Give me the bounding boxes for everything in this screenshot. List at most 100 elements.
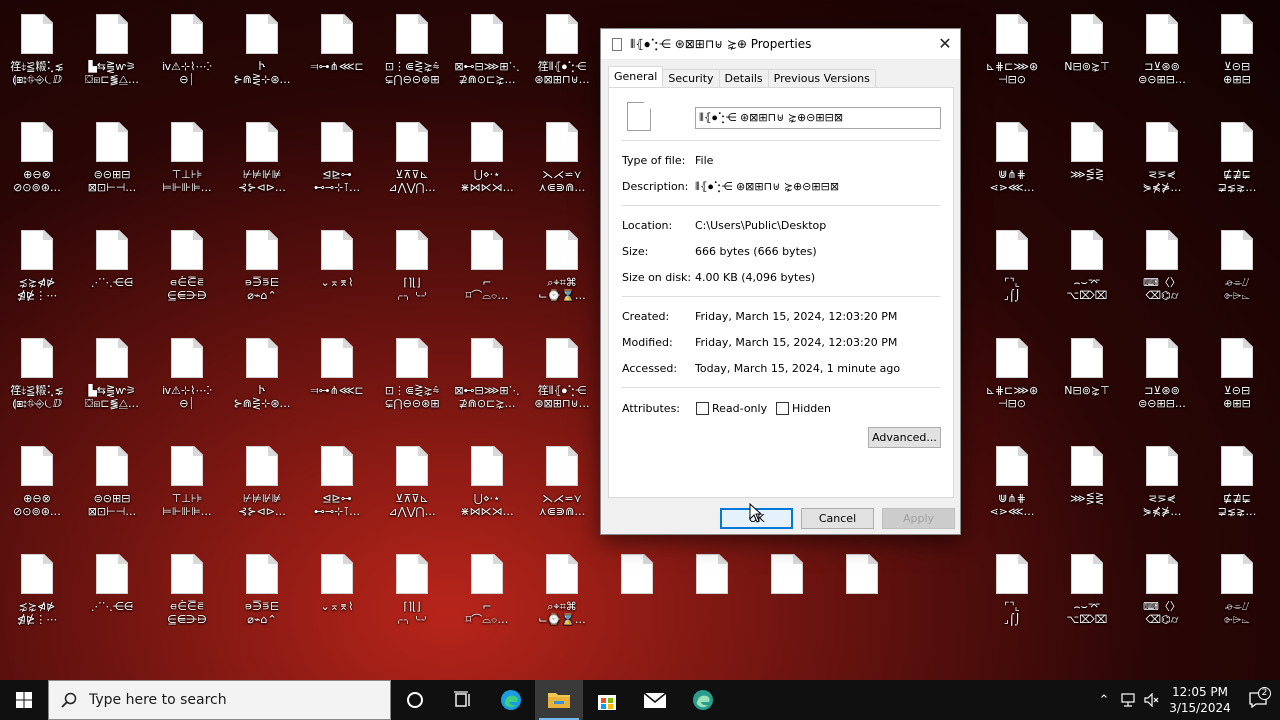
readonly-checkbox[interactable] — [696, 402, 709, 415]
desktop-file-icon[interactable]: ⌢⌣⌤ ⌥⌦⌧ — [1052, 544, 1122, 640]
file-explorer-button[interactable] — [535, 680, 583, 720]
desktop-file-icon[interactable]: ⋜⋝⋞ ⋟⋠⋡… — [1127, 436, 1197, 532]
desktop-file-icon[interactable]: ⋃⋄⋅⋆ ⋇⋈⋉⋊… — [452, 436, 522, 532]
desktop-file-icon[interactable]: ⌜⌝⌞ ⌟⌠⌡ — [977, 220, 1047, 316]
hidden-checkbox[interactable] — [776, 402, 789, 415]
tab-general[interactable]: General — [608, 66, 664, 87]
desktop-file-icon[interactable]: ⋨⋩⋪⋫ ⋬⋭⋮⋯ — [2, 544, 72, 640]
desktop-file-icon[interactable]: ⊾⋕⊏⋙⊛ ⊣⊟⊙ — [977, 4, 1047, 100]
action-center-button[interactable]: 2 — [1236, 687, 1280, 708]
desktop-file-icon[interactable]: ⊡⋮⋐⋛⋩⩯ ⊊⋂⊖⊝⊛⊞ — [377, 4, 447, 100]
desktop-file-icon[interactable]: ⊜⊝⊞⊟ ⊠⊡⊢⊣… — [77, 112, 147, 208]
desktop-file-icon[interactable] — [827, 544, 897, 640]
start-button[interactable] — [0, 680, 48, 720]
desktop-file-icon[interactable]: ⋋⋌⋍⋎ ⋏⋐⋑⋒… — [527, 112, 597, 208]
desktop-file-icon[interactable]: ⫤⊶⋔⋘⊏ — [302, 328, 372, 424]
desktop-file-icon[interactable]: ⊬⊭⊮⊯ ⊰⊱⊲⊳… — [227, 112, 297, 208]
desktop-file-icon[interactable]: 䇮⦀⦃⦁⢑⋲ ⊛⊠⊞⊓⊎… — [527, 328, 597, 424]
desktop-file-icon[interactable]: ⌈⌉⌊⌋ ⌌⌍⌎⌏ — [377, 220, 447, 316]
desktop-file-icon[interactable]: ⊤⊥⊦⊧ ⊨⊩⊪⊫… — [152, 112, 222, 208]
desktop-file-icon[interactable]: ⊐⊻⊛⊚ ⊜⊝⊞⊟… — [1127, 328, 1197, 424]
desktop-file-icon[interactable]: ⋓⋔⋕ ⋖⋗⋘… — [977, 436, 1047, 532]
desktop-file-icon[interactable]: ⌮⌯⌰ ⌱⌲⌳ — [1202, 544, 1272, 640]
desktop-file-icon[interactable]: ⅳ⚠⊹⌇⋯ⴾ ⊖⏐ — [152, 328, 222, 424]
desktop-file-icon[interactable]: ⌐ ⌑⌒⌓⌔… — [452, 544, 522, 640]
hidden-label[interactable]: Hidden — [792, 402, 831, 415]
desktop-file-icon[interactable]: ⌄⌅⌆⌇ — [302, 220, 372, 316]
advanced-button[interactable]: Advanced... — [868, 427, 941, 448]
desktop-file-icon[interactable]: N⊟⊚⋩⊤ — [1052, 328, 1122, 424]
desktop-file-icon[interactable]: ⌨〈〉 ⌫⌬⌭ — [1127, 220, 1197, 316]
desktop-file-icon[interactable]: 䇮⤈⪟䊛⢅⋦ ⟬⧆⦂⛗⎆⏾ⅅ — [2, 328, 72, 424]
taskbar-search-box[interactable]: Type here to search — [48, 680, 391, 720]
desktop-file-icon[interactable]: ⊠⊷⊟⋙⊞⋱ ⊉⋒⊙⊏⋩… — [452, 328, 522, 424]
desktop-file-icon[interactable]: ⋴⋵⋶⋷ ⋸⋹⋺⋻ — [152, 220, 222, 316]
desktop-file-icon[interactable]: ⊜⊝⊞⊟ ⊠⊡⊢⊣… — [77, 436, 147, 532]
desktop-file-icon[interactable]: ⊡⋮⋐⋛⋩⩯ ⊊⋂⊖⊝⊛⊞ — [377, 328, 447, 424]
readonly-label[interactable]: Read-only — [712, 402, 767, 415]
dialog-titlebar[interactable]: ⦀⦃⦁⢑⋲ ⊛⊠⊞⊓⊎ ⋩⊕ Properties ✕ — [601, 29, 960, 59]
desktop-file-icon[interactable]: ⋋⋌⋍⋎ ⋏⋐⋑⋒… — [527, 436, 597, 532]
desktop-file-icon[interactable]: ⋜⋝⋞ ⋟⋠⋡… — [1127, 112, 1197, 208]
desktop-file-icon[interactable]: ▙⇆⪌ⱳ⚞ ⛋⧆⊏⪓⧋… — [77, 4, 147, 100]
desktop-file-icon[interactable]: ⫤⊶⋔⋘⊏ — [302, 4, 372, 100]
desktop-file-icon[interactable]: ⌐ ⌑⌒⌓⌔… — [452, 220, 522, 316]
desktop-file-icon[interactable]: N⊟⊚⋩⊤ — [1052, 4, 1122, 100]
desktop-file-icon[interactable]: ⊐⊻⊛⊚ ⊜⊝⊞⊟… — [1127, 4, 1197, 100]
desktop-file-icon[interactable]: ⌨〈〉 ⌫⌬⌭ — [1127, 544, 1197, 640]
show-hidden-icons-button[interactable]: ⌃ — [1092, 680, 1116, 720]
desktop-file-icon[interactable]: ⊾⋕⊏⋙⊛ ⊣⊟⊙ — [977, 328, 1047, 424]
desktop-file-icon[interactable]: ⅳ⚠⊹⌇⋯ⴾ ⊖⏐ — [152, 4, 222, 100]
desktop-file-icon[interactable]: ⌕⌖⌗⌘ ⌙⌚⌛… — [527, 544, 597, 640]
desktop-file-icon[interactable]: ⋙⋚⋛ — [1052, 112, 1122, 208]
desktop-file-icon[interactable]: ⌢⌣⌤ ⌥⌦⌧ — [1052, 220, 1122, 316]
mail-button[interactable] — [631, 680, 679, 720]
desktop-file-icon[interactable] — [677, 544, 747, 640]
network-button[interactable] — [1116, 680, 1140, 720]
taskbar-clock[interactable]: 12:05 PM 3/15/2024 — [1164, 684, 1236, 716]
tab-security[interactable]: Security — [662, 69, 720, 87]
cortana-button[interactable] — [391, 680, 439, 720]
tab-previous-versions[interactable]: Previous Versions — [767, 69, 876, 87]
desktop-file-icon[interactable]: ⊻⊼⊽⊾ ⊿⋀⋁⋂… — [377, 436, 447, 532]
desktop-file-icon[interactable]: ⊴⊵⊶ ⊷⊸⊹⊺… — [302, 112, 372, 208]
desktop-file-icon[interactable]: ⌮⌯⌰ ⌱⌲⌳ — [1202, 220, 1272, 316]
desktop-file-icon[interactable]: ⋼⋽⋾⋿ ⌀⌁⌂⌃ — [227, 544, 297, 640]
desktop-file-icon[interactable]: ⊻⊝⊟ ⊕⊞⊟ — [1202, 328, 1272, 424]
desktop-file-icon[interactable]: ⊴⊵⊶ ⊷⊸⊹⊺… — [302, 436, 372, 532]
desktop-file-icon[interactable]: Ⴡ ⊱⋒⋛⊹⊛… — [227, 4, 297, 100]
desktop-file-icon[interactable]: ⊕⊖⊗ ⊘⊙⊚⊛… — [2, 436, 72, 532]
desktop-file-icon[interactable]: ⌈⌉⌊⌋ ⌌⌍⌎⌏ — [377, 544, 447, 640]
desktop-file-icon[interactable]: 䇮⦀⦃⦁⢑⋲ ⊛⊠⊞⊓⊎… — [527, 4, 597, 100]
desktop-file-icon[interactable]: ⋼⋽⋾⋿ ⌀⌁⌂⌃ — [227, 220, 297, 316]
desktop-file-icon[interactable]: ⋃⋄⋅⋆ ⋇⋈⋉⋊… — [452, 112, 522, 208]
cancel-button[interactable]: Cancel — [801, 508, 874, 529]
desktop-file-icon[interactable]: ⊻⊝⊟ ⊕⊞⊟ — [1202, 4, 1272, 100]
volume-button[interactable] — [1140, 680, 1164, 720]
task-view-button[interactable] — [439, 680, 487, 720]
desktop-file-icon[interactable]: ⌕⌖⌗⌘ ⌙⌚⌛… — [527, 220, 597, 316]
desktop-file-icon[interactable]: ⋢⋣⋤ ⋥⋦⋧… — [1202, 112, 1272, 208]
desktop-file-icon[interactable]: ⊻⊼⊽⊾ ⊿⋀⋁⋂… — [377, 112, 447, 208]
desktop-file-icon[interactable]: ⌜⌝⌞ ⌟⌠⌡ — [977, 544, 1047, 640]
tab-details[interactable]: Details — [718, 69, 769, 87]
edge-button[interactable] — [487, 680, 535, 720]
desktop-file-icon[interactable]: ⋓⋔⋕ ⋖⋗⋘… — [977, 112, 1047, 208]
desktop-file-icon[interactable]: Ⴡ ⊱⋒⋛⊹⊛… — [227, 328, 297, 424]
apply-button[interactable]: Apply — [882, 508, 955, 529]
desktop-file-icon[interactable]: ⊠⊷⊟⋙⊞⋱ ⊉⋒⊙⊏⋩… — [452, 4, 522, 100]
desktop-file-icon[interactable]: ⋢⋣⋤ ⋥⋦⋧… — [1202, 436, 1272, 532]
desktop-file-icon[interactable]: ⊬⊭⊮⊯ ⊰⊱⊲⊳… — [227, 436, 297, 532]
desktop-file-icon[interactable]: ⋰⋱⋲⋳ — [77, 544, 147, 640]
desktop-file-icon[interactable]: ⌄⌅⌆⌇ — [302, 544, 372, 640]
desktop-file-icon[interactable]: ⊕⊖⊗ ⊘⊙⊚⊛… — [2, 112, 72, 208]
desktop-file-icon[interactable] — [752, 544, 822, 640]
file-name-input[interactable]: ⦀⦃⦁⢑⋲ ⊛⊠⊞⊓⊎ ⋩⊕⊝⊞⊟⊠ — [695, 107, 941, 129]
desktop-file-icon[interactable]: 䇮⤈⪟䊛⢅⋦ ⟬⧆⦂⛗⎆⏾ⅅ — [2, 4, 72, 100]
desktop-file-icon[interactable]: ⋙⋚⋛ — [1052, 436, 1122, 532]
edge-dev-button[interactable] — [679, 680, 727, 720]
desktop-file-icon[interactable]: ⊤⊥⊦⊧ ⊨⊩⊪⊫… — [152, 436, 222, 532]
desktop-file-icon[interactable] — [602, 544, 672, 640]
desktop-file-icon[interactable]: ▙⇆⪌ⱳ⚞ ⛋⧆⊏⪓⧋… — [77, 328, 147, 424]
close-button[interactable]: ✕ — [930, 29, 960, 59]
